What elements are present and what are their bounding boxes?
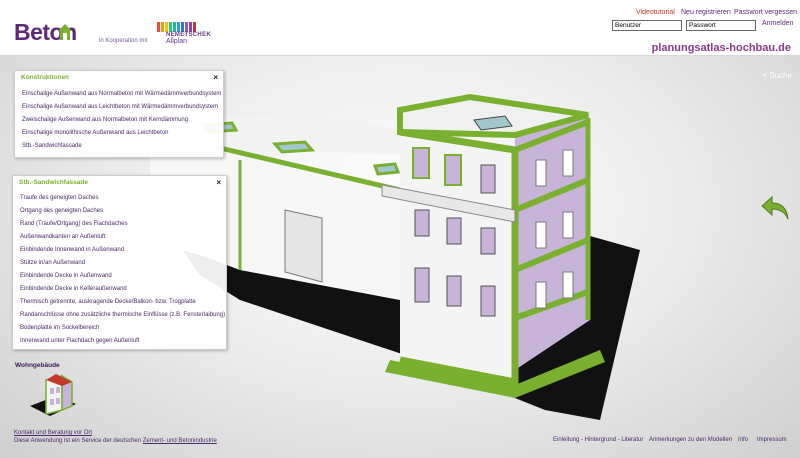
detail-item-3[interactable]: Rand (Traufe/Ortgang) des Flachdaches (13, 218, 226, 231)
konstruktionen-panel-header: Konstruktionen × (15, 71, 223, 84)
thumbnail-label: Wohngebäude (15, 362, 60, 369)
detail-item-6[interactable]: Stütze in/an Außenwand (13, 257, 226, 270)
konstruktion-item-4[interactable]: Einschalige monolithische Außenwand aus … (15, 127, 223, 140)
konstruktion-item-3[interactable]: Zweischalige Außenwand aus Normalbeton m… (15, 114, 223, 127)
sandwich-panel: Stb.-Sandwichfassade × Traufe des geneig… (12, 175, 227, 350)
footer-impressum-link[interactable]: Impressum (757, 437, 787, 443)
industry-link[interactable]: Zement- und Betonindustrie (143, 438, 217, 444)
kooperation-text: in Kooperation mit (99, 38, 148, 44)
konstruktion-item-2[interactable]: Einschalige Außenwand aus Leichtbeton mi… (15, 101, 223, 114)
detail-item-8[interactable]: Einbindende Decke in Kelleraußenwand (13, 283, 226, 296)
videotutorial-link[interactable]: Videotutorial (636, 9, 675, 16)
detail-item-12[interactable]: Innenwand unter Flachdach gegen Außenluf… (13, 335, 226, 348)
register-link[interactable]: Neu registrieren (681, 9, 731, 16)
close-icon[interactable]: × (216, 178, 221, 187)
detail-item-9[interactable]: Thermisch getrennte, auskragende Decke/B… (13, 296, 226, 309)
password-input[interactable] (686, 20, 756, 31)
konstruktion-item-1[interactable]: Einschalige Außenwand aus Normalbeton mi… (15, 88, 223, 101)
login-button[interactable]: Anmelden (762, 20, 794, 27)
detail-item-7[interactable]: Einbindende Decke in Außenwand (13, 270, 226, 283)
detail-item-2[interactable]: Ortgang des geneigten Daches (13, 205, 226, 218)
konstruktionen-panel: Konstruktionen × Einschalige Außenwand a… (14, 70, 224, 158)
allplan-text: Allplan (166, 38, 188, 45)
detail-item-11[interactable]: Bodenplatte im Sockelbereich (13, 322, 226, 335)
service-text: Diese Anwendung ist ein Service der deut… (14, 438, 217, 444)
detail-item-10[interactable]: Randanschlüsse ohne zusätzliche thermisc… (13, 309, 226, 322)
service-prefix: Diese Anwendung ist ein Service der deut… (14, 438, 143, 444)
house-logo-icon (58, 24, 72, 40)
footer-info-link[interactable]: Info (738, 437, 748, 443)
building-thumbnail[interactable] (28, 372, 80, 420)
konstruktion-item-5[interactable]: Stb.-Sandwichfassade (15, 140, 223, 153)
detail-item-4[interactable]: Außenwandkanten an Außenluft (13, 231, 226, 244)
site-url: planungsatlas-hochbau.de (651, 42, 791, 54)
sandwich-title: Stb.-Sandwichfassade (19, 179, 88, 186)
contact-link[interactable]: Kontakt und Beratung vor Ort (14, 430, 92, 436)
footer-intro-link[interactable]: Einleitung - Hintergrund - Literatur (553, 437, 643, 443)
sandwich-panel-header: Stb.-Sandwichfassade × (13, 176, 226, 189)
forgot-password-link[interactable]: Passwort vergessen (734, 9, 797, 16)
wing-door (284, 209, 323, 283)
close-icon[interactable]: × (213, 73, 218, 82)
header-bar: Beton in Kooperation mit NEMETSCHEK Allp… (0, 0, 800, 56)
footer-notes-link[interactable]: Anmerkungen zu den Modellen (649, 437, 732, 443)
detail-item-5[interactable]: Einbindende Innenwand in Außenwand (13, 244, 226, 257)
nemetschek-logo-icon (157, 22, 196, 32)
konstruktionen-title: Konstruktionen (21, 74, 70, 81)
detail-item-1[interactable]: Traufe des geneigten Daches (13, 192, 226, 205)
back-arrow-icon[interactable] (760, 195, 790, 221)
username-input[interactable] (612, 20, 682, 31)
search-link[interactable]: < Suche (762, 71, 792, 80)
